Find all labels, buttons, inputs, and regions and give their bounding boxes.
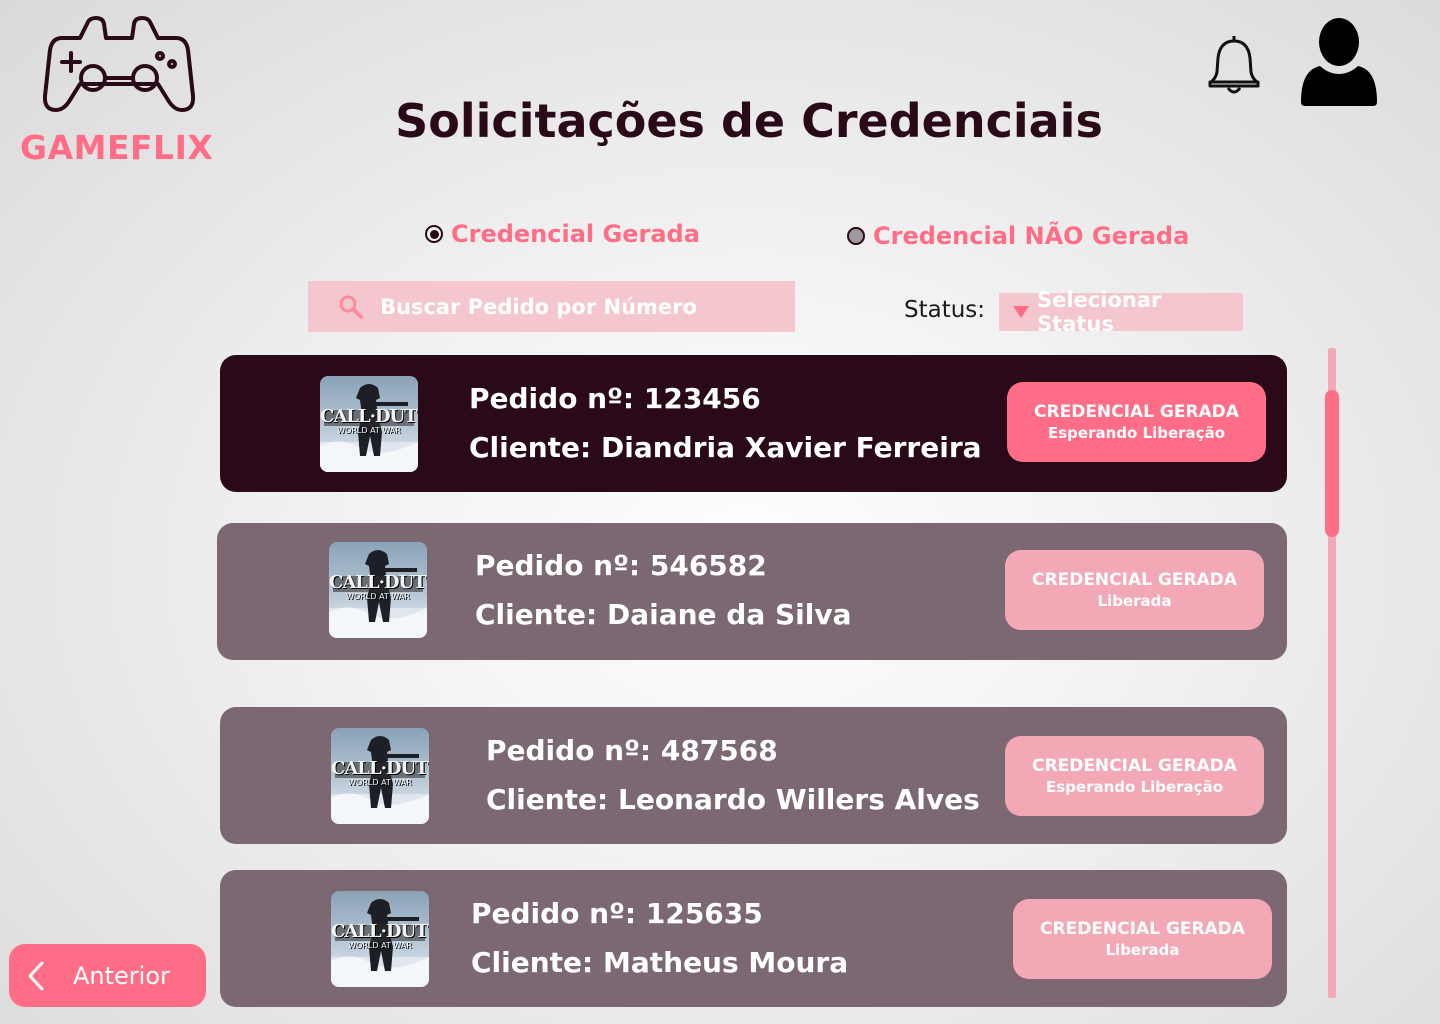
order-card[interactable]: CALL·DUTY WORLD AT WAR Pedido nº: 123456 … bbox=[220, 355, 1287, 492]
caret-down-icon bbox=[1013, 306, 1029, 318]
badge-status: Esperando Liberação bbox=[1048, 424, 1225, 442]
previous-button-label: Anterior bbox=[73, 961, 170, 990]
game-subtitle-text: WORLD AT WAR bbox=[346, 592, 410, 601]
status-badge[interactable]: CREDENCIAL GERADA Liberada bbox=[1005, 550, 1264, 630]
order-number: Pedido nº: 123456 bbox=[469, 382, 761, 415]
status-badge[interactable]: CREDENCIAL GERADA Esperando Liberação bbox=[1005, 736, 1264, 816]
filter-label-nao-gerada: Credencial NÃO Gerada bbox=[873, 222, 1190, 250]
order-client: Cliente: Diandria Xavier Ferreira bbox=[469, 431, 982, 464]
badge-status: Liberada bbox=[1097, 592, 1172, 610]
order-card[interactable]: CALL·DUTY WORLD AT WAR Pedido nº: 487568 … bbox=[220, 707, 1287, 844]
badge-title: CREDENCIAL GERADA bbox=[1032, 756, 1237, 776]
game-subtitle-text: WORLD AT WAR bbox=[337, 426, 401, 435]
game-title-text: CALL·DUTY bbox=[331, 758, 429, 779]
search-input[interactable] bbox=[380, 294, 780, 319]
badge-status: Liberada bbox=[1105, 941, 1180, 959]
order-card[interactable]: CALL·DUTY WORLD AT WAR Pedido nº: 546582 … bbox=[217, 523, 1287, 660]
order-card[interactable]: CALL·DUTY WORLD AT WAR Pedido nº: 125635 … bbox=[220, 870, 1287, 1007]
order-info: Pedido nº: 123456 Cliente: Diandria Xavi… bbox=[469, 374, 982, 472]
badge-status: Esperando Liberação bbox=[1046, 778, 1223, 796]
game-title-text: CALL·DUTY bbox=[329, 572, 427, 593]
radio-unselected-icon bbox=[847, 227, 865, 245]
game-cover-image: CALL·DUTY WORLD AT WAR bbox=[320, 376, 418, 472]
status-select[interactable]: Selecionar Status bbox=[999, 288, 1243, 336]
order-info: Pedido nº: 546582 Cliente: Daiane da Sil… bbox=[475, 541, 851, 639]
filter-credencial-gerada[interactable]: Credencial Gerada bbox=[425, 220, 700, 248]
order-client: Cliente: Matheus Moura bbox=[471, 946, 849, 979]
game-cover-image: CALL·DUTY WORLD AT WAR bbox=[331, 891, 429, 987]
previous-button[interactable]: Anterior bbox=[9, 944, 206, 1007]
order-client: Cliente: Daiane da Silva bbox=[475, 598, 852, 631]
game-subtitle-text: WORLD AT WAR bbox=[348, 941, 412, 950]
radio-selected-icon bbox=[425, 225, 443, 243]
game-subtitle-text: WORLD AT WAR bbox=[348, 778, 412, 787]
badge-title: CREDENCIAL GERADA bbox=[1032, 570, 1237, 590]
notifications-button[interactable] bbox=[1206, 32, 1262, 98]
order-client: Cliente: Leonardo Willers Alves bbox=[486, 783, 980, 816]
bell-icon bbox=[1208, 36, 1260, 94]
game-cover-image: CALL·DUTY WORLD AT WAR bbox=[331, 728, 429, 824]
status-badge[interactable]: CREDENCIAL GERADA Liberada bbox=[1013, 899, 1272, 979]
status-label: Status: bbox=[904, 297, 986, 323]
game-title-text: CALL·DUTY bbox=[331, 921, 429, 942]
order-info: Pedido nº: 487568 Cliente: Leonardo Will… bbox=[486, 726, 980, 824]
page-title: Solicitações de Credenciais bbox=[395, 94, 1103, 148]
order-number: Pedido nº: 487568 bbox=[486, 734, 778, 767]
game-cover-image: CALL·DUTY WORLD AT WAR bbox=[329, 542, 427, 638]
search-box[interactable] bbox=[308, 281, 795, 332]
user-icon bbox=[1301, 18, 1377, 106]
filter-label-gerada: Credencial Gerada bbox=[451, 220, 700, 248]
chevron-left-icon bbox=[28, 961, 44, 990]
order-number: Pedido nº: 546582 bbox=[475, 549, 767, 582]
status-badge[interactable]: CREDENCIAL GERADA Esperando Liberação bbox=[1007, 382, 1266, 462]
scrollbar-thumb[interactable] bbox=[1325, 390, 1339, 537]
order-info: Pedido nº: 125635 Cliente: Matheus Moura bbox=[471, 889, 848, 987]
badge-title: CREDENCIAL GERADA bbox=[1040, 919, 1245, 939]
status-select-value: Selecionar Status bbox=[1037, 288, 1162, 336]
game-title-text: CALL·DUTY bbox=[320, 406, 418, 427]
search-icon bbox=[339, 295, 363, 319]
profile-button[interactable] bbox=[1298, 16, 1380, 112]
filter-credencial-nao-gerada[interactable]: Credencial NÃO Gerada bbox=[847, 222, 1189, 250]
order-number: Pedido nº: 125635 bbox=[471, 897, 763, 930]
badge-title: CREDENCIAL GERADA bbox=[1034, 402, 1239, 422]
